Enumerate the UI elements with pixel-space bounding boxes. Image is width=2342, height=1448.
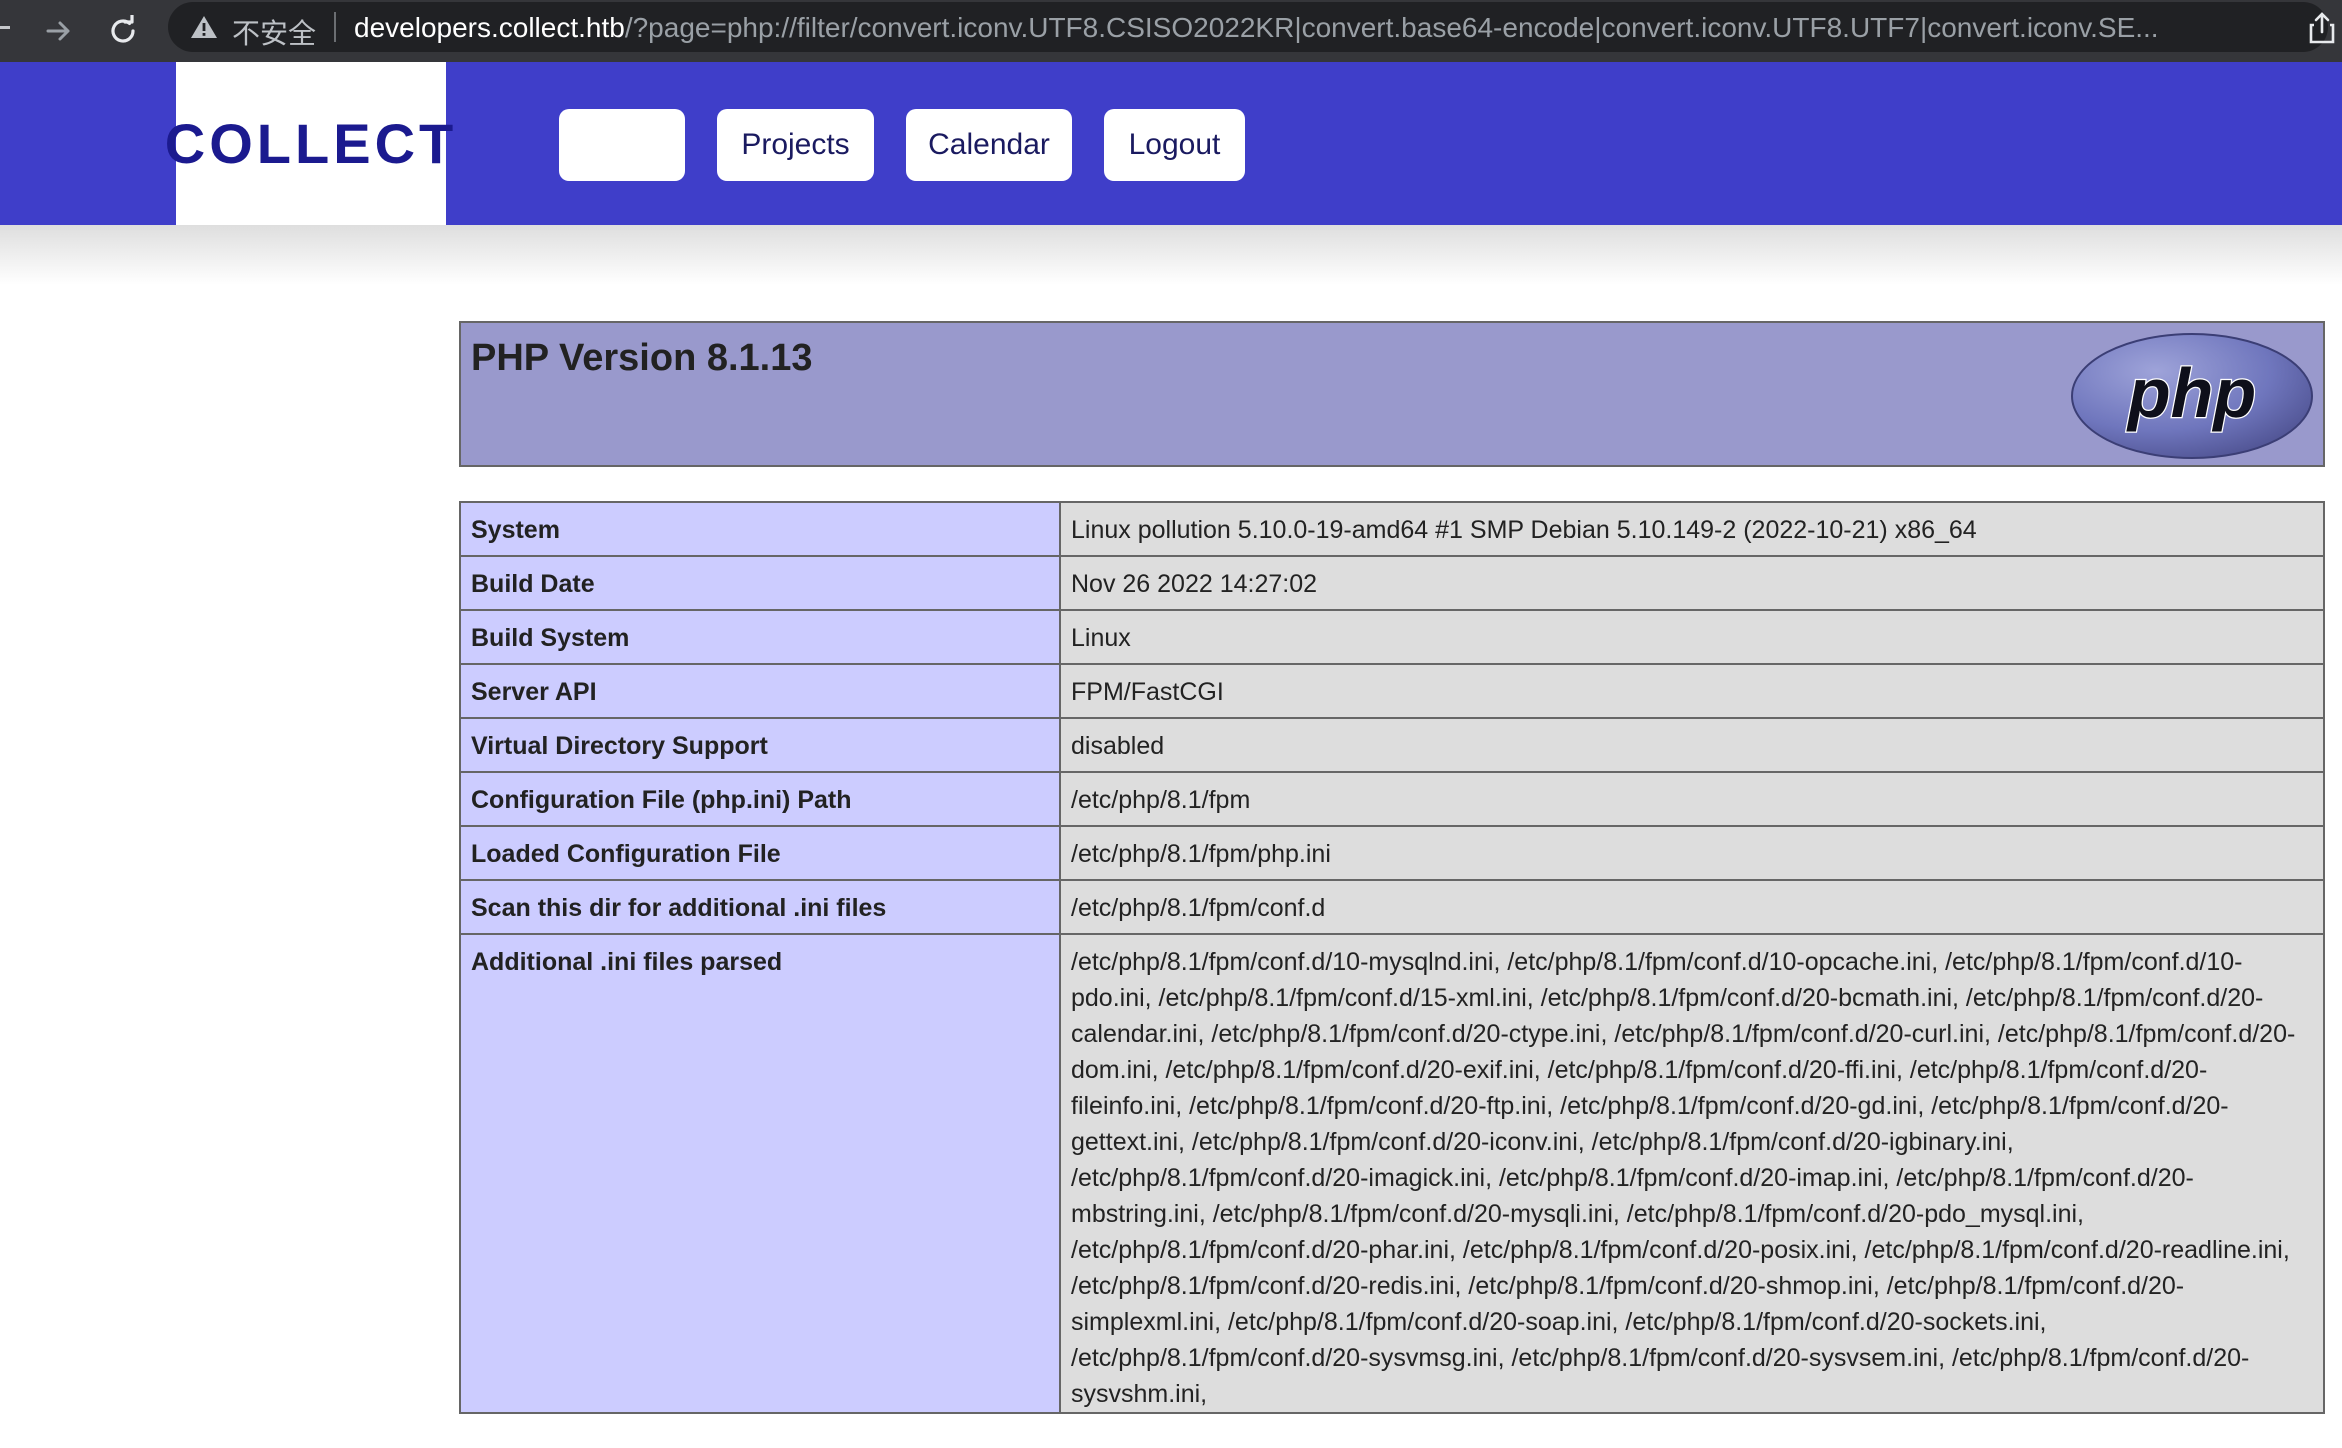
- site-header: COLLECT Projects Calendar Logout: [0, 62, 2342, 225]
- back-arrow-icon[interactable]: [0, 26, 10, 29]
- php-version-header: PHP Version 8.1.13 php: [459, 321, 2325, 467]
- row-value: FPM/FastCGI: [1059, 663, 2325, 719]
- row-key: Virtual Directory Support: [459, 717, 1061, 773]
- table-row: Loaded Configuration File /etc/php/8.1/f…: [459, 825, 2325, 881]
- table-row: Server API FPM/FastCGI: [459, 663, 2325, 719]
- table-row: Configuration File (php.ini) Path /etc/p…: [459, 771, 2325, 827]
- forward-arrow-icon[interactable]: [36, 8, 82, 54]
- php-logo-icon[interactable]: php: [2069, 331, 2315, 461]
- table-row: Virtual Directory Support disabled: [459, 717, 2325, 773]
- row-key: Build Date: [459, 555, 1061, 611]
- row-value: Linux pollution 5.10.0-19-amd64 #1 SMP D…: [1059, 501, 2325, 557]
- header-shadow: [0, 225, 2342, 285]
- row-value: /etc/php/8.1/fpm/conf.d/10-mysqlnd.ini, …: [1059, 933, 2325, 1414]
- row-key: Additional .ini files parsed: [459, 933, 1061, 1414]
- row-value: Nov 26 2022 14:27:02: [1059, 555, 2325, 611]
- table-row: Additional .ini files parsed /etc/php/8.…: [459, 933, 2325, 1414]
- row-key: Scan this dir for additional .ini files: [459, 879, 1061, 935]
- url-text[interactable]: developers.collect.htb/?page=php://filte…: [354, 12, 2314, 44]
- reload-icon[interactable]: [100, 8, 146, 54]
- row-key: Server API: [459, 663, 1061, 719]
- table-row: Scan this dir for additional .ini files …: [459, 879, 2325, 935]
- table-row: Build Date Nov 26 2022 14:27:02: [459, 555, 2325, 611]
- row-value: /etc/php/8.1/fpm/php.ini: [1059, 825, 2325, 881]
- row-key: Build System: [459, 609, 1061, 665]
- nav-logout-button[interactable]: Logout: [1104, 109, 1245, 181]
- omnibox-divider: [334, 12, 336, 42]
- row-key: System: [459, 501, 1061, 557]
- url-path: /?page=php://filter/convert.iconv.UTF8.C…: [624, 12, 2159, 43]
- share-icon[interactable]: [2308, 12, 2336, 44]
- table-row: System Linux pollution 5.10.0-19-amd64 #…: [459, 501, 2325, 557]
- row-value: /etc/php/8.1/fpm/conf.d: [1059, 879, 2325, 935]
- php-version-title: PHP Version 8.1.13: [471, 337, 813, 379]
- nav-calendar-button[interactable]: Calendar: [906, 109, 1072, 181]
- row-key: Loaded Configuration File: [459, 825, 1061, 881]
- row-key: Configuration File (php.ini) Path: [459, 771, 1061, 827]
- address-bar[interactable]: 不安全 developers.collect.htb/?page=php://f…: [168, 2, 2328, 52]
- site-logo[interactable]: COLLECT: [165, 62, 453, 225]
- warning-icon[interactable]: [190, 14, 218, 40]
- table-row: Build System Linux: [459, 609, 2325, 665]
- insecure-label: 不安全: [232, 18, 317, 49]
- browser-toolbar: 不安全 developers.collect.htb/?page=php://f…: [0, 0, 2342, 62]
- logo-text: COLLECT: [164, 112, 458, 175]
- row-value: disabled: [1059, 717, 2325, 773]
- url-host: developers.collect.htb: [354, 12, 625, 43]
- php-logo-text: php: [2126, 354, 2256, 432]
- row-value: Linux: [1059, 609, 2325, 665]
- php-info-table: System Linux pollution 5.10.0-19-amd64 #…: [459, 501, 2325, 1414]
- nav-projects-button[interactable]: Projects: [717, 109, 874, 181]
- nav-blank-button[interactable]: [559, 109, 685, 181]
- row-value: /etc/php/8.1/fpm: [1059, 771, 2325, 827]
